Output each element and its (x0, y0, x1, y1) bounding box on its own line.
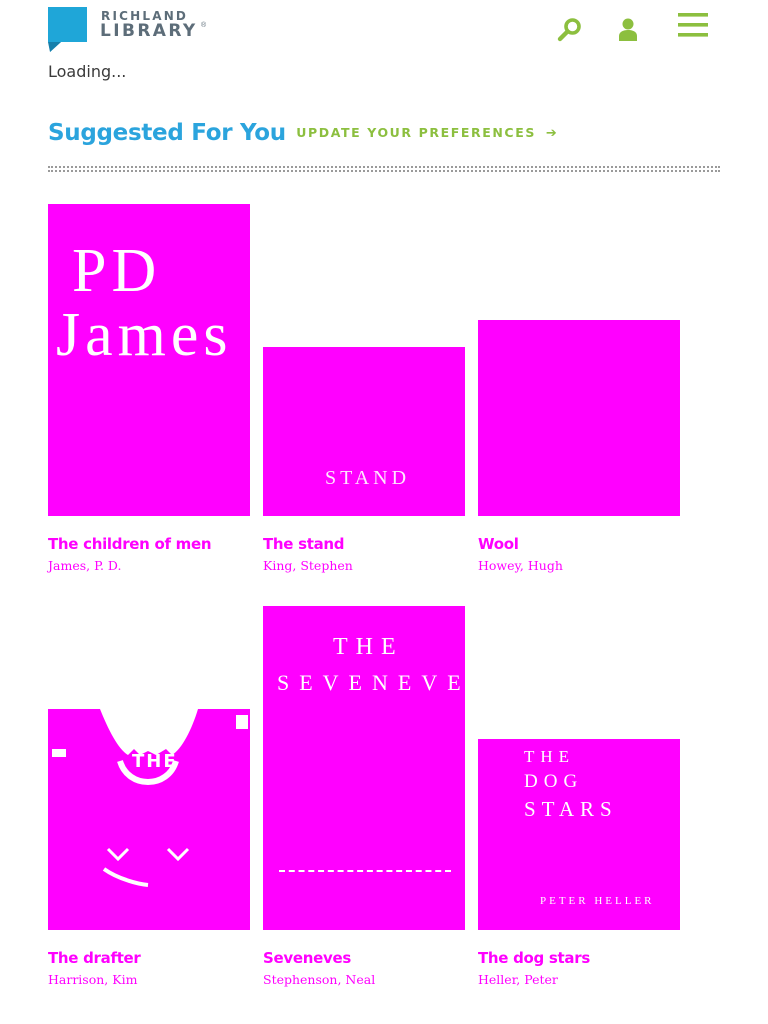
book-cover[interactable]: THE (48, 709, 250, 930)
book-author: Howey, Hugh (478, 558, 563, 573)
book-title[interactable]: The drafter (48, 949, 141, 967)
cover-text: SEVENEVES (277, 670, 465, 695)
cover-text: THE (132, 751, 178, 772)
book-author: Stephenson, Neal (263, 972, 376, 987)
cover-text: STAND (325, 467, 411, 489)
book-author: Harrison, Kim (48, 972, 138, 987)
account-button[interactable] (616, 17, 640, 43)
book-cover[interactable] (478, 320, 680, 516)
book-author: King, Stephen (263, 558, 353, 573)
cover-art-face (52, 709, 248, 887)
loading-status: Loading... (48, 62, 127, 81)
cover-text: STARS (524, 797, 618, 821)
book-cover[interactable]: THE SEVENEVES (263, 606, 465, 930)
section-divider (48, 166, 720, 172)
cover-text: PD (72, 237, 162, 305)
book-author: Heller, Peter (478, 972, 558, 987)
cover-text: THE (333, 634, 404, 660)
book-cover[interactable]: STAND (263, 347, 465, 516)
search-button[interactable] (556, 16, 584, 44)
book-title[interactable]: Seveneves (263, 949, 351, 967)
section-title: Suggested For You (48, 120, 286, 146)
book-author: James, P. D. (48, 558, 122, 573)
richland-library-logo[interactable]: RICHLAND LIBRARY ® (48, 7, 218, 53)
logo-text-library: LIBRARY (100, 21, 198, 41)
logo-registered-mark: ® (201, 22, 207, 29)
book-title[interactable]: The stand (263, 535, 345, 553)
cover-text: PETER HELLER (540, 895, 655, 907)
cover-text: DOG (524, 771, 584, 792)
logo-mark-icon (48, 7, 87, 52)
site-header: RICHLAND LIBRARY ® (0, 0, 768, 60)
book-title[interactable]: The dog stars (478, 949, 590, 967)
hamburger-menu-icon (678, 13, 708, 37)
update-preferences-label: UPDATE YOUR PREFERENCES (296, 125, 536, 140)
menu-button[interactable] (676, 13, 710, 43)
book-cover[interactable]: PD James (48, 204, 250, 516)
cover-decoration (279, 870, 451, 874)
update-preferences-link[interactable]: UPDATE YOUR PREFERENCES ➔ (296, 125, 558, 141)
cover-text: THE (524, 747, 576, 766)
arrow-right-icon: ➔ (545, 126, 559, 141)
book-cover[interactable]: THE DOG STARS PETER HELLER (478, 739, 680, 930)
book-title[interactable]: The children of men (48, 535, 212, 553)
book-title[interactable]: Wool (478, 535, 519, 553)
search-icon (557, 18, 581, 42)
suggested-section-header: Suggested For You UPDATE YOUR PREFERENCE… (48, 120, 720, 146)
account-icon (619, 18, 637, 41)
cover-text: James (56, 301, 233, 369)
